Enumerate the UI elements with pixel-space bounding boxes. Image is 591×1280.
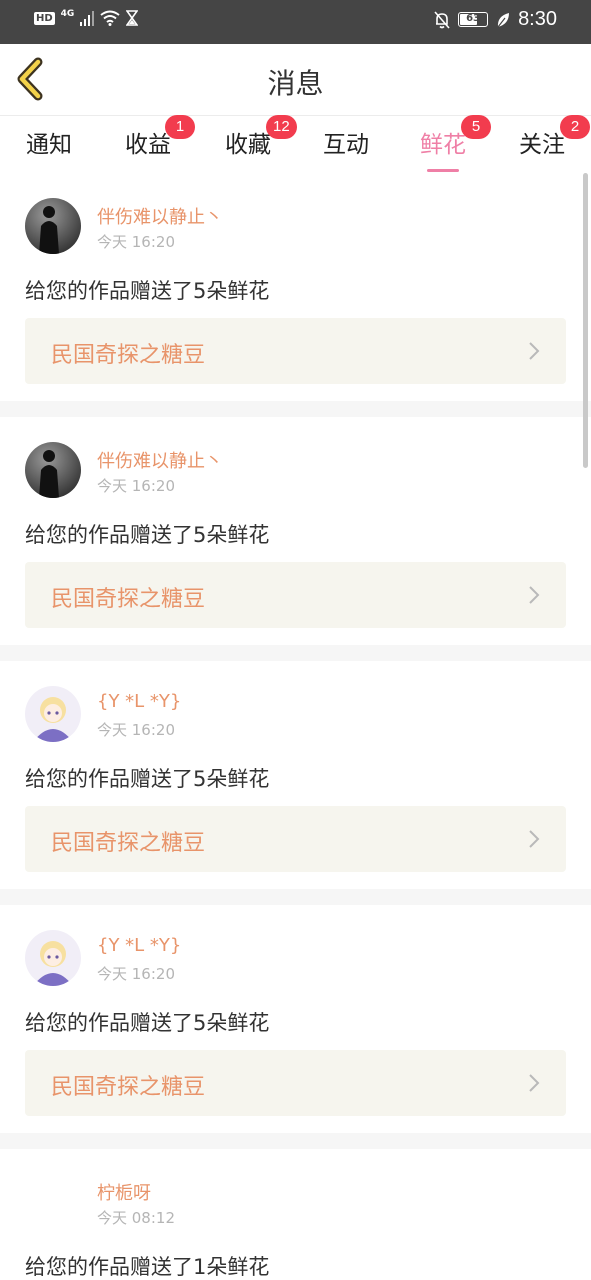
status-bar: HD 4G 63 8:30 [0, 0, 591, 44]
message-text: 给您的作品赠送了5朵鲜花 [25, 523, 270, 547]
tab-label: 鲜花 [420, 132, 466, 158]
divider [0, 1133, 591, 1149]
work-title: 民国奇探之糖豆 [51, 1075, 206, 1100]
chevron-right-icon [529, 1074, 540, 1092]
tab-label: 收益 [125, 132, 171, 158]
tab-label: 互动 [323, 132, 369, 158]
avatar-anime-girl-icon [25, 930, 81, 986]
message-time: 今天 16:20 [97, 477, 175, 495]
hourglass-icon [126, 10, 139, 26]
work-title: 民国奇探之糖豆 [51, 343, 206, 368]
app-header: 消息 [0, 44, 591, 116]
work-link[interactable]: 民国奇探之糖豆 [25, 562, 566, 628]
scrollbar[interactable] [583, 173, 588, 468]
work-title: 民国奇探之糖豆 [51, 587, 206, 612]
signal-icon [80, 11, 95, 26]
work-link[interactable]: 民国奇探之糖豆 [25, 1050, 566, 1116]
avatar[interactable] [25, 930, 81, 986]
bell-off-icon [434, 10, 450, 29]
tab-bar: 通知 收益 1 收藏 12 互动 鲜花 5 关注 2 [0, 115, 591, 173]
tab-earnings[interactable]: 收益 1 [108, 115, 195, 159]
divider [0, 645, 591, 661]
status-right: 63 8:30 [434, 8, 557, 31]
tab-label: 收藏 [225, 132, 271, 158]
battery-level: 63 [466, 13, 481, 24]
message-card: 柠栀呀 今天 08:12 给您的作品赠送了1朵鲜花 [0, 1149, 591, 1280]
user-name[interactable]: {Y *L *Y} [97, 691, 181, 712]
divider [0, 401, 591, 417]
tab-label: 关注 [519, 132, 565, 158]
message-text: 给您的作品赠送了5朵鲜花 [25, 279, 270, 303]
user-name[interactable]: {Y *L *Y} [97, 935, 181, 956]
battery-icon: 63 [458, 12, 489, 27]
message-card: {Y *L *Y} 今天 16:20 给您的作品赠送了5朵鲜花 民国奇探之糖豆 [0, 905, 591, 1133]
avatar[interactable] [25, 1174, 81, 1230]
active-tab-indicator [427, 169, 459, 172]
user-name[interactable]: 伴伤难以静止丶 [97, 203, 223, 229]
leaf-icon [497, 12, 510, 27]
chevron-right-icon [529, 342, 540, 360]
work-title: 民国奇探之糖豆 [51, 831, 206, 856]
message-card: 伴伤难以静止丶 今天 16:20 给您的作品赠送了5朵鲜花 民国奇探之糖豆 [0, 173, 591, 401]
message-time: 今天 16:20 [97, 721, 175, 739]
avatar[interactable] [25, 686, 81, 742]
avatar-anime-girl-icon [25, 686, 81, 742]
tab-badge: 5 [461, 115, 491, 139]
avatar-dark-figure-icon [25, 198, 81, 254]
tab-label: 通知 [26, 132, 72, 158]
page-title: 消息 [267, 67, 324, 100]
message-time: 今天 08:12 [97, 1209, 175, 1227]
hd-icon: HD [34, 11, 55, 25]
tab-favorites[interactable]: 收藏 12 [208, 115, 297, 159]
tab-badge: 1 [165, 115, 195, 139]
user-name[interactable]: 柠栀呀 [97, 1179, 151, 1205]
message-card: 伴伤难以静止丶 今天 16:20 给您的作品赠送了5朵鲜花 民国奇探之糖豆 [0, 417, 591, 645]
message-text: 给您的作品赠送了5朵鲜花 [25, 767, 270, 791]
status-left: HD 4G [34, 9, 139, 26]
tab-badge: 12 [266, 115, 297, 139]
chevron-right-icon [529, 830, 540, 848]
tab-flowers[interactable]: 鲜花 5 [403, 115, 491, 172]
message-text: 给您的作品赠送了1朵鲜花 [25, 1255, 270, 1279]
message-text: 给您的作品赠送了5朵鲜花 [25, 1011, 270, 1035]
tab-interactions[interactable]: 互动 [306, 125, 386, 159]
tab-follows[interactable]: 关注 2 [502, 115, 590, 159]
tab-notifications[interactable]: 通知 [9, 125, 89, 159]
avatar[interactable] [25, 442, 81, 498]
message-time: 今天 16:20 [97, 965, 175, 983]
message-card: {Y *L *Y} 今天 16:20 给您的作品赠送了5朵鲜花 民国奇探之糖豆 [0, 661, 591, 889]
message-time: 今天 16:20 [97, 233, 175, 251]
work-link[interactable]: 民国奇探之糖豆 [25, 806, 566, 872]
chevron-right-icon [529, 586, 540, 604]
avatar[interactable] [25, 198, 81, 254]
user-name[interactable]: 伴伤难以静止丶 [97, 447, 223, 473]
wifi-icon [100, 10, 120, 26]
network-type: 4G [60, 9, 75, 19]
tab-badge: 2 [560, 115, 590, 139]
avatar-dark-figure-icon [25, 442, 81, 498]
divider [0, 889, 591, 905]
work-link[interactable]: 民国奇探之糖豆 [25, 318, 566, 384]
clock: 8:30 [518, 8, 557, 30]
message-list[interactable]: 伴伤难以静止丶 今天 16:20 给您的作品赠送了5朵鲜花 民国奇探之糖豆 伴伤… [0, 173, 591, 1280]
